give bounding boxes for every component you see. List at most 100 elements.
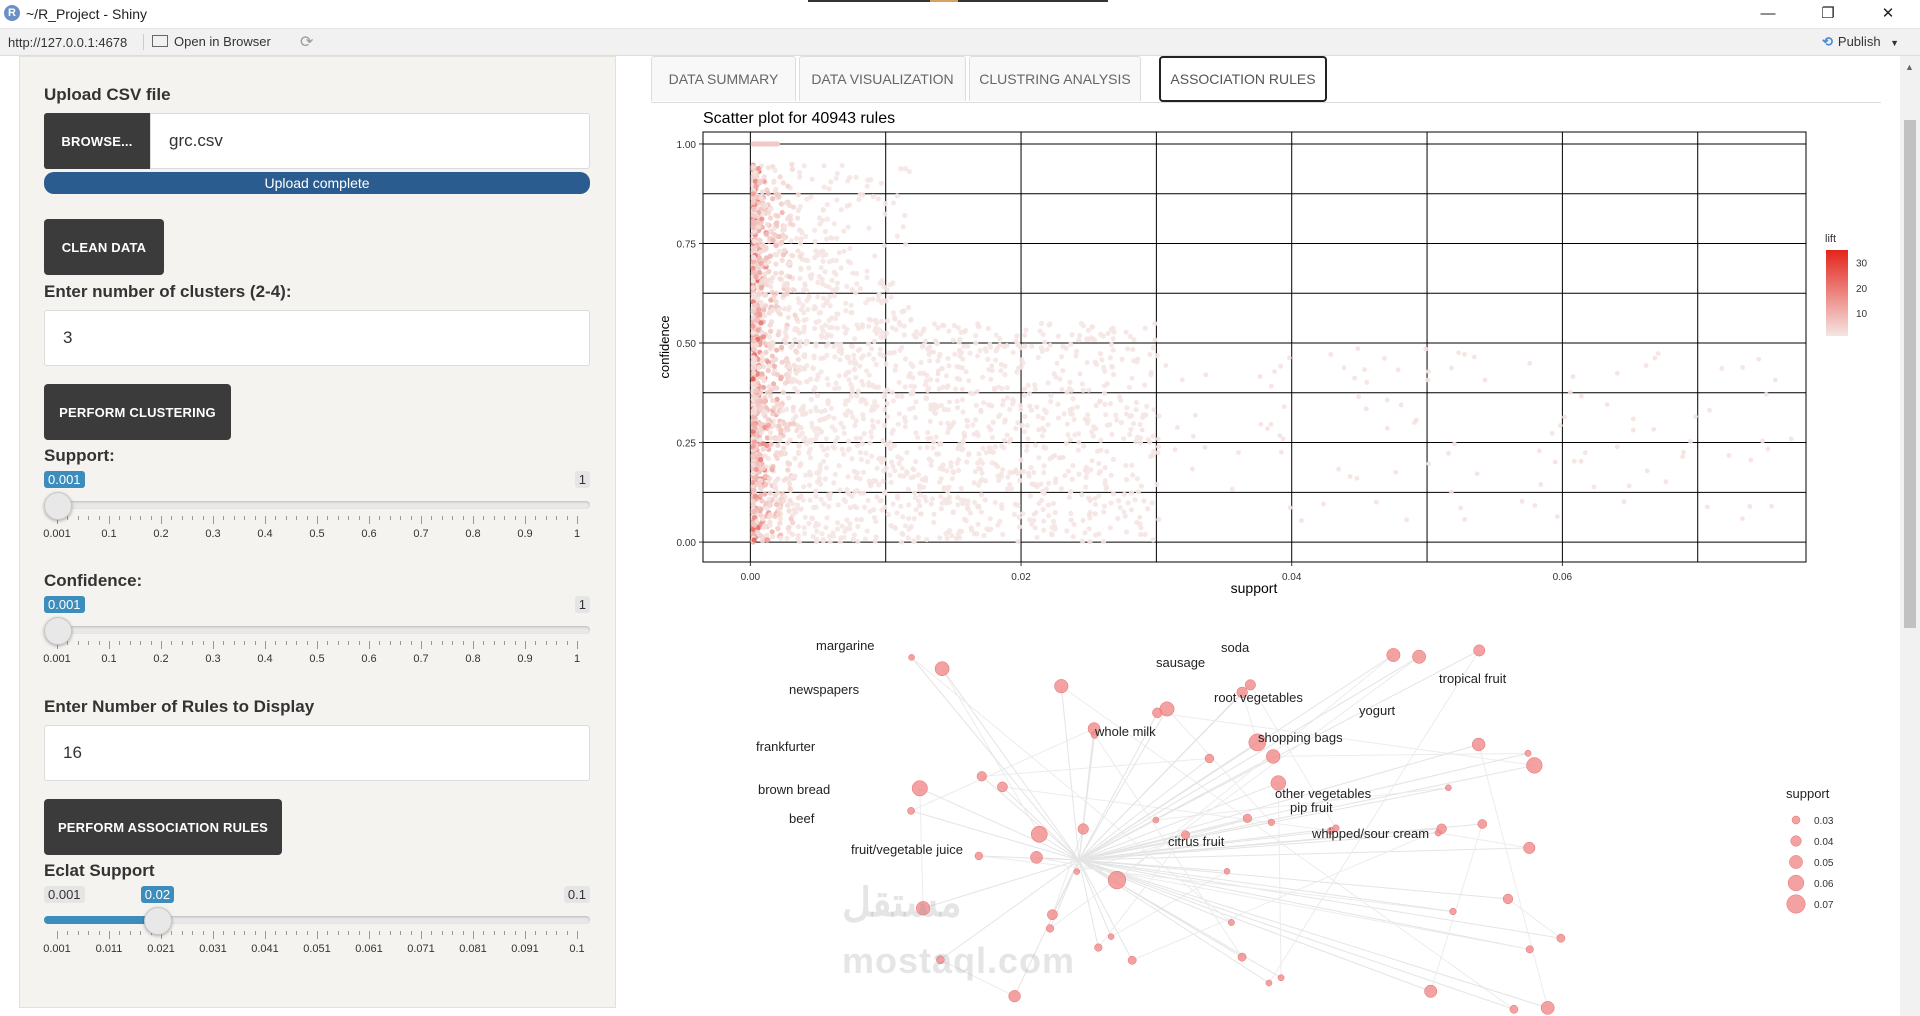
confidence-slider-tick-label: 0.001 xyxy=(43,653,71,665)
eclat-slider-tick xyxy=(514,931,516,935)
confidence-slider-track[interactable] xyxy=(44,626,590,634)
confidence-slider-handle[interactable] xyxy=(44,617,72,645)
publish-button[interactable]: ⟲ Publish ▼ xyxy=(1822,34,1899,50)
support-slider-tick-label: 0.5 xyxy=(309,528,325,540)
scatter-point xyxy=(921,326,927,332)
tab-clustering-analysis[interactable]: CLUSTRING ANALYSIS xyxy=(969,56,1141,101)
clusters-input[interactable]: 3 xyxy=(44,310,590,366)
support-slider-tick xyxy=(254,516,256,520)
scatter-point xyxy=(767,344,773,350)
scatter-point xyxy=(1089,324,1095,330)
scatter-point xyxy=(923,378,930,384)
scatter-point xyxy=(1527,360,1533,366)
open-in-browser-button[interactable]: Open in Browser xyxy=(152,34,271,49)
confidence-slider-tick xyxy=(150,641,152,645)
scatter-point xyxy=(844,283,850,290)
scatter-point xyxy=(1087,539,1093,545)
tab-data-summary[interactable]: DATA SUMMARY xyxy=(651,56,796,101)
eclat-support-slider[interactable]: 0.001 0.011 0.021 0.031 0.041 0.051 0.061 0.071… xyxy=(43,886,590,961)
window-title: ~/R_Project - Shiny xyxy=(26,6,147,22)
scatter-point xyxy=(812,239,818,245)
scatter-point xyxy=(1125,346,1131,352)
scatter-point xyxy=(948,463,954,470)
scatter-point xyxy=(836,463,842,469)
scatter-point xyxy=(1034,534,1040,541)
scatter-point xyxy=(1281,404,1287,410)
scatter-point xyxy=(1747,504,1753,509)
scatter-point xyxy=(813,436,819,442)
scatter-point xyxy=(992,444,998,450)
scroll-up-icon[interactable]: ▲ xyxy=(1905,62,1914,72)
scatter-point xyxy=(848,409,854,415)
support-slider[interactable]: 0.001 0.1 0.2 0.3 0.4 0.5 0.6 0.7 0.8 0.9 1 1 0.001 xyxy=(43,471,590,546)
confidence-slider-tick-label: 1 xyxy=(573,653,581,665)
scatter-point xyxy=(772,141,778,147)
scatter-point xyxy=(902,384,908,390)
scatter-point xyxy=(1130,472,1136,478)
scatter-point xyxy=(814,528,820,534)
scatter-point xyxy=(787,260,793,266)
minimize-icon[interactable]: — xyxy=(1746,3,1790,25)
scatter-point xyxy=(786,524,792,530)
scatter-point xyxy=(1041,463,1047,469)
scatter-point xyxy=(863,450,869,456)
url-text[interactable]: http://127.0.0.1:4678 xyxy=(8,35,127,50)
scatter-point xyxy=(937,351,943,357)
eclat-slider-tick xyxy=(421,931,422,939)
close-icon[interactable]: ✕ xyxy=(1866,3,1910,25)
scatter-point xyxy=(1155,444,1162,450)
confidence-slider-tick xyxy=(213,641,214,649)
scatter-point xyxy=(831,293,838,299)
scatter-point xyxy=(797,339,803,345)
scatter-point xyxy=(1152,321,1158,327)
scatter-point xyxy=(808,408,814,414)
scatter-point xyxy=(1458,505,1464,511)
scrollbar-thumb[interactable] xyxy=(1904,120,1916,628)
scatter-point xyxy=(790,404,796,410)
scatter-point xyxy=(1098,331,1104,337)
confidence-slider-tick xyxy=(275,641,277,645)
scatter-point xyxy=(1688,439,1693,445)
scatter-point xyxy=(960,438,966,445)
eclat-slider-handle[interactable] xyxy=(143,907,172,935)
tab-data-visualization[interactable]: DATA VISUALIZATION xyxy=(799,56,966,101)
eclat-slider-tick xyxy=(140,931,142,935)
scatter-point xyxy=(1449,365,1454,371)
confidence-slider-tick-label: 0.8 xyxy=(465,653,481,665)
clean-data-button[interactable]: CLEAN DATA xyxy=(44,219,164,275)
restore-icon[interactable]: ❐ xyxy=(1806,3,1850,25)
confidence-slider[interactable]: 0.001 0.1 0.2 0.3 0.4 0.5 0.6 0.7 0.8 0.9 1 1 0.001 xyxy=(43,596,590,671)
eclat-slider-tick xyxy=(379,931,381,935)
scatter-point xyxy=(1108,500,1114,506)
scatter-point xyxy=(791,421,797,427)
scatter-point xyxy=(796,367,802,373)
scatter-point xyxy=(1016,524,1022,530)
scatter-point xyxy=(1532,503,1538,508)
scatter-point xyxy=(963,369,969,375)
scatter-point xyxy=(845,224,851,230)
support-slider-handle[interactable] xyxy=(44,492,72,520)
support-slider-value: 0.001 xyxy=(44,471,85,488)
scatter-point xyxy=(917,445,923,451)
rules-count-input[interactable]: 16 xyxy=(44,725,590,781)
eclat-slider-tick xyxy=(129,931,131,935)
scatter-point xyxy=(821,355,827,361)
scatter-point xyxy=(1058,455,1064,461)
page-scrollbar[interactable]: ▲ xyxy=(1900,56,1920,1016)
scatter-point xyxy=(832,471,838,477)
file-name-field: grc.csv xyxy=(150,113,590,169)
perform-clustering-button[interactable]: PERFORM CLUSTERING xyxy=(44,384,231,440)
scatter-point xyxy=(806,482,813,488)
support-slider-track[interactable] xyxy=(44,501,590,509)
browse-button[interactable]: BROWSE... xyxy=(44,113,150,169)
scatter-point xyxy=(815,372,821,378)
refresh-icon[interactable]: ⟳ xyxy=(300,32,313,52)
eclat-slider-tick xyxy=(88,931,90,935)
clusters-label: Enter number of clusters (2-4): xyxy=(44,282,292,301)
scatter-point xyxy=(911,516,917,522)
scatter-point xyxy=(773,270,779,276)
perform-association-rules-button[interactable]: PERFORM ASSOCIATION RULES xyxy=(44,799,282,855)
scatter-point xyxy=(791,362,797,369)
scatter-point xyxy=(1133,399,1139,406)
tab-association-rules[interactable]: ASSOCIATION RULES xyxy=(1159,56,1327,102)
